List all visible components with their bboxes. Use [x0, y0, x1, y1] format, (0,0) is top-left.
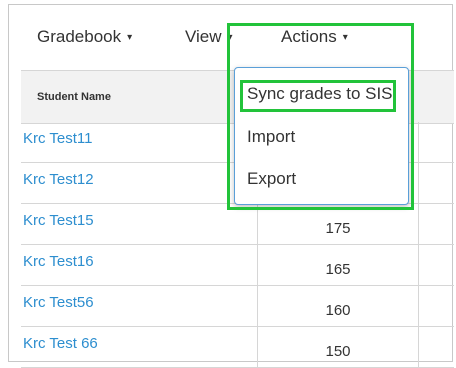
column-header-student-name: Student Name: [37, 91, 111, 103]
student-link[interactable]: Krc Test11: [23, 130, 92, 147]
student-link[interactable]: Krc Test 66: [23, 335, 98, 352]
chevron-down-icon: ▾: [342, 32, 348, 43]
student-link[interactable]: Krc Test56: [23, 294, 94, 311]
student-link[interactable]: Krc Test16: [23, 253, 94, 270]
actions-dropdown-menu: Sync grades to SIS Import Export: [234, 67, 409, 205]
score-cell: 165: [257, 245, 419, 285]
student-link[interactable]: Krc Test12: [23, 171, 94, 188]
table-row: Krc Test56 160: [21, 286, 454, 327]
table-row: Krc Test 66 150: [21, 327, 454, 368]
menu-item-sync-grades[interactable]: Sync grades to SIS: [247, 84, 393, 104]
chevron-down-icon: ▾: [127, 32, 133, 43]
score-value: 165: [325, 261, 351, 278]
menu-item-export[interactable]: Export: [247, 169, 296, 189]
chevron-down-icon: ▾: [227, 32, 233, 43]
menu-view[interactable]: View ▾: [185, 27, 233, 47]
score-cell: 160: [257, 286, 419, 326]
menu-item-import[interactable]: Import: [247, 127, 295, 147]
top-menu-bar: Gradebook ▾ View ▾ Actions ▾: [9, 5, 454, 67]
menu-view-label: View: [185, 27, 222, 46]
menu-gradebook[interactable]: Gradebook ▾: [37, 27, 132, 47]
student-link[interactable]: Krc Test15: [23, 212, 94, 229]
table-row: Krc Test16 165: [21, 245, 454, 286]
score-value: 160: [325, 302, 351, 319]
score-value: 150: [325, 343, 351, 360]
score-cell: 150: [257, 327, 419, 367]
score-cell: 175: [257, 204, 419, 244]
table-row: Krc Test15 175: [21, 204, 454, 245]
menu-actions[interactable]: Actions ▾: [281, 27, 348, 47]
menu-actions-label: Actions: [281, 27, 337, 46]
score-value: 175: [325, 220, 351, 237]
menu-gradebook-label: Gradebook: [37, 27, 122, 46]
